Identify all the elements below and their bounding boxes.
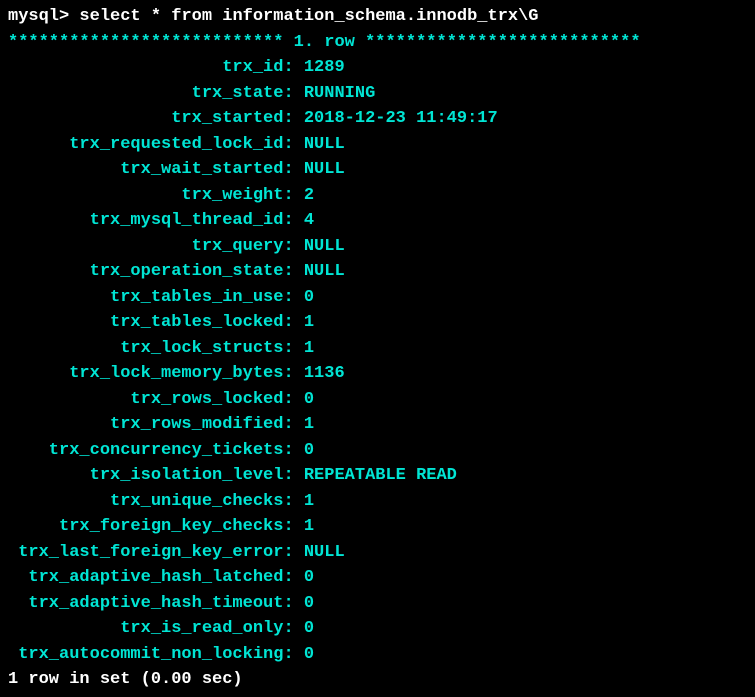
field-value: 1: [304, 415, 314, 434]
field-label: trx_tables_locked:: [8, 313, 304, 332]
field-label: trx_wait_started:: [8, 160, 304, 179]
field-row: trx_lock_structs: 1: [8, 336, 747, 362]
sql-command: [69, 7, 79, 26]
field-label: trx_lock_structs:: [8, 339, 304, 358]
field-row: trx_is_read_only: 0: [8, 616, 747, 642]
field-value: 1: [304, 517, 314, 536]
field-label: trx_query:: [8, 237, 304, 256]
field-value: 0: [304, 594, 314, 613]
field-row: trx_foreign_key_checks: 1: [8, 514, 747, 540]
field-row: trx_tables_locked: 1: [8, 310, 747, 336]
field-row: trx_mysql_thread_id: 4: [8, 208, 747, 234]
field-label: trx_lock_memory_bytes:: [8, 364, 304, 383]
field-row: trx_adaptive_hash_timeout: 0: [8, 591, 747, 617]
field-value: NULL: [304, 262, 345, 281]
field-value: NULL: [304, 160, 345, 179]
field-label: trx_concurrency_tickets:: [8, 441, 304, 460]
field-row: trx_operation_state: NULL: [8, 259, 747, 285]
field-value: 1: [304, 339, 314, 358]
field-row: trx_lock_memory_bytes: 1136: [8, 361, 747, 387]
field-row: trx_id: 1289: [8, 55, 747, 81]
field-value: 0: [304, 645, 314, 664]
field-row: trx_requested_lock_id: NULL: [8, 132, 747, 158]
field-value: 0: [304, 288, 314, 307]
field-row: trx_concurrency_tickets: 0: [8, 438, 747, 464]
field-value: 1: [304, 492, 314, 511]
field-row: trx_tables_in_use: 0: [8, 285, 747, 311]
row-separator: *************************** 1. row *****…: [8, 30, 747, 56]
separator-left: ***************************: [8, 33, 283, 52]
field-value: NULL: [304, 543, 345, 562]
field-label: trx_mysql_thread_id:: [8, 211, 304, 230]
field-label: trx_is_read_only:: [8, 619, 304, 638]
field-value: 0: [304, 390, 314, 409]
field-label: trx_tables_in_use:: [8, 288, 304, 307]
field-row: trx_state: RUNNING: [8, 81, 747, 107]
field-row: trx_query: NULL: [8, 234, 747, 260]
field-row: trx_rows_modified: 1: [8, 412, 747, 438]
field-value: 0: [304, 568, 314, 587]
field-value: 0: [304, 441, 314, 460]
field-row: trx_unique_checks: 1: [8, 489, 747, 515]
separator-mid: 1. row: [283, 33, 365, 52]
field-label: trx_isolation_level:: [8, 466, 304, 485]
field-row: trx_isolation_level: REPEATABLE READ: [8, 463, 747, 489]
command-line: mysql> select * from information_schema.…: [8, 4, 747, 30]
field-row: trx_rows_locked: 0: [8, 387, 747, 413]
field-value: 1136: [304, 364, 345, 383]
field-label: trx_id:: [8, 58, 304, 77]
field-value: RUNNING: [304, 84, 375, 103]
result-footer: 1 row in set (0.00 sec): [8, 667, 747, 693]
mysql-prompt: mysql>: [8, 7, 69, 26]
field-label: trx_operation_state:: [8, 262, 304, 281]
field-label: trx_last_foreign_key_error:: [8, 543, 304, 562]
field-row: trx_autocommit_non_locking: 0: [8, 642, 747, 668]
separator-right: ***************************: [365, 33, 640, 52]
field-label: trx_unique_checks:: [8, 492, 304, 511]
field-row: trx_adaptive_hash_latched: 0: [8, 565, 747, 591]
field-label: trx_rows_modified:: [8, 415, 304, 434]
field-value: 1289: [304, 58, 345, 77]
field-label: trx_rows_locked:: [8, 390, 304, 409]
field-label: trx_adaptive_hash_latched:: [8, 568, 304, 587]
field-value: NULL: [304, 135, 345, 154]
field-label: trx_adaptive_hash_timeout:: [8, 594, 304, 613]
field-label: trx_state:: [8, 84, 304, 103]
field-row: trx_started: 2018-12-23 11:49:17: [8, 106, 747, 132]
field-row: trx_wait_started: NULL: [8, 157, 747, 183]
field-value: 1: [304, 313, 314, 332]
field-value: 2: [304, 186, 314, 205]
field-label: trx_foreign_key_checks:: [8, 517, 304, 536]
terminal-output: mysql> select * from information_schema.…: [8, 4, 747, 693]
field-value: 2018-12-23 11:49:17: [304, 109, 498, 128]
field-value: 0: [304, 619, 314, 638]
field-row: trx_last_foreign_key_error: NULL: [8, 540, 747, 566]
field-label: trx_autocommit_non_locking:: [8, 645, 304, 664]
field-value: REPEATABLE READ: [304, 466, 457, 485]
field-row: trx_weight: 2: [8, 183, 747, 209]
field-label: trx_started:: [8, 109, 304, 128]
sql-command-text: select * from information_schema.innodb_…: [79, 7, 538, 26]
field-value: 4: [304, 211, 314, 230]
fields-container: trx_id: 1289 trx_state: RUNNING trx_star…: [8, 55, 747, 667]
field-label: trx_weight:: [8, 186, 304, 205]
field-label: trx_requested_lock_id:: [8, 135, 304, 154]
field-value: NULL: [304, 237, 345, 256]
